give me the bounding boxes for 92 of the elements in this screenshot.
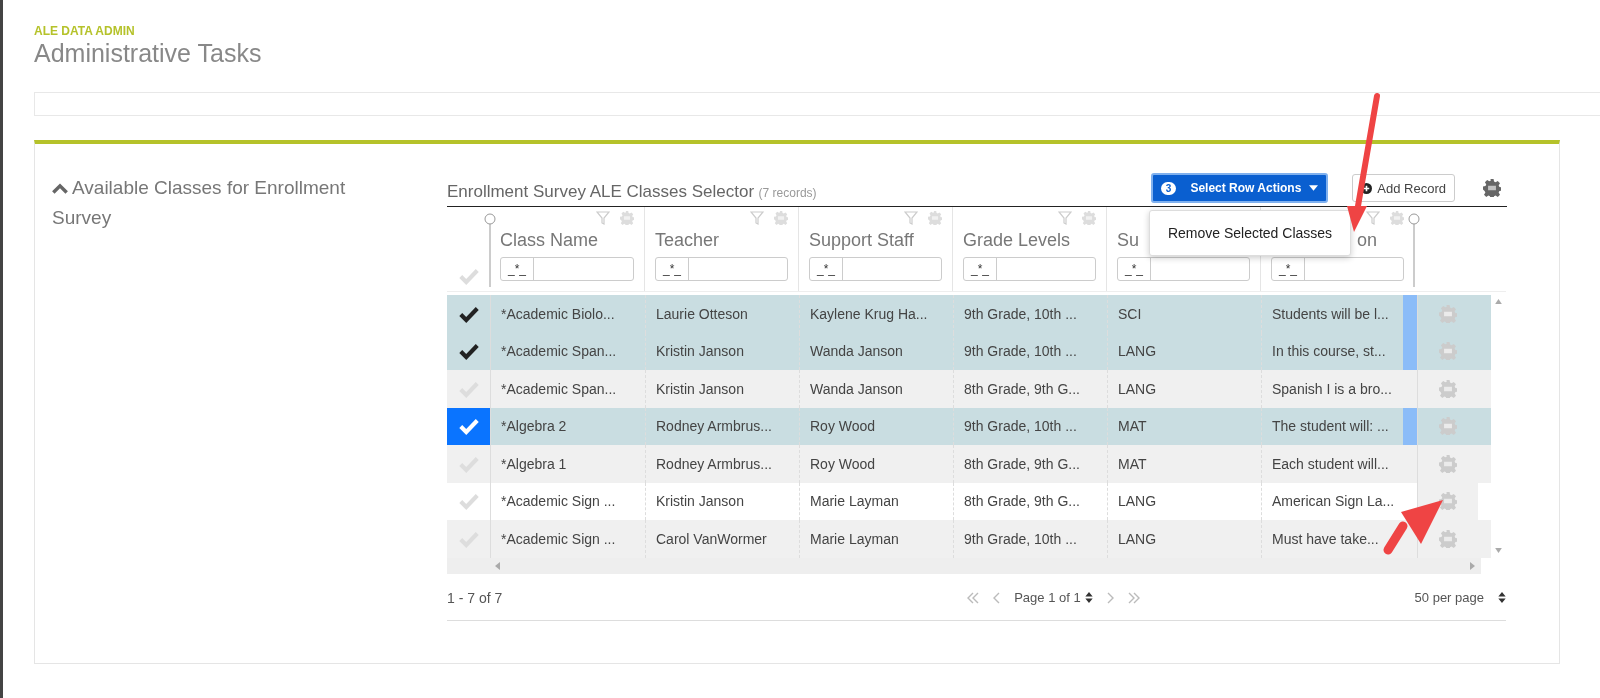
row-settings-icon[interactable] — [1439, 529, 1457, 548]
app-name: ALE DATA ADMIN — [34, 24, 136, 38]
table-cell: Carol VanWormer — [645, 520, 799, 558]
table-cell: Laurie Otteson — [645, 295, 799, 333]
table-cell: 9th Grade, 10th ... — [953, 520, 1107, 558]
table-cell: Rodney Armbrus... — [645, 445, 799, 483]
column-settings-icon[interactable] — [620, 211, 634, 225]
filter-field[interactable]: _*_ — [500, 257, 634, 281]
filter-field[interactable]: _*_ — [963, 257, 1096, 281]
record-range: 1 - 7 of 7 — [447, 589, 503, 606]
section-title[interactable]: Available Classes for Enrollment Survey — [52, 173, 397, 233]
selection-count-badge: 3 — [1160, 181, 1177, 195]
table-cell: LANG — [1107, 370, 1261, 408]
column-settings-icon[interactable] — [928, 211, 942, 225]
filter-mode[interactable]: _*_ — [501, 258, 534, 280]
scroll-up-icon[interactable] — [1495, 299, 1502, 304]
caret-icon — [1309, 185, 1319, 191]
filter-icon[interactable] — [1058, 211, 1072, 225]
table-row[interactable]: *Academic Sign ... Carol VanWormer Marie Layman 9th Grade, 10th ... LANG Must have take... — [447, 520, 1491, 558]
table-cell: Kristin Janson — [645, 370, 799, 408]
row-settings-icon[interactable] — [1439, 417, 1457, 436]
table-cell: SCI — [1107, 295, 1261, 333]
filter-mode[interactable]: _*_ — [656, 258, 689, 280]
filter-mode[interactable]: _*_ — [810, 258, 843, 280]
first-page-icon[interactable] — [966, 591, 981, 604]
page-size-selector[interactable]: 50 per page — [1414, 590, 1484, 605]
filter-field[interactable]: _*_ — [1271, 257, 1404, 281]
page-title: Administrative Tasks — [34, 38, 263, 68]
filter-icon[interactable] — [596, 211, 610, 225]
filter-mode[interactable]: _*_ — [1272, 258, 1305, 280]
filter-field[interactable]: _*_ — [1117, 257, 1250, 281]
table-cell-text: *Algebra 1 — [500, 454, 568, 474]
table-cell: Spanish I is a bro... — [1261, 370, 1403, 408]
sort-arrows-icon[interactable] — [1084, 592, 1093, 603]
settings-icon[interactable] — [1483, 179, 1501, 197]
table-cell: Each student will... — [1261, 445, 1403, 483]
row-settings-icon[interactable] — [1439, 304, 1457, 323]
scroll-left-icon[interactable] — [495, 561, 500, 570]
table-cell: Wanda Janson — [799, 370, 953, 408]
column-settings-icon[interactable] — [1390, 211, 1404, 225]
row-settings-icon[interactable] — [1439, 454, 1457, 473]
table-row[interactable]: *Academic Span... Kristin Janson Wanda Janson 8th Grade, 9th G... LANG Spanish I is a bro... — [447, 370, 1491, 408]
table-cell-text: *Academic Sign ... — [500, 492, 617, 512]
table-row[interactable]: *Academic Biolo... Laurie Otteson Kaylene Krug Ha... 9th Grade, 10th ... SCI Students will be l... — [447, 295, 1491, 333]
row-settings-icon[interactable] — [1439, 342, 1457, 361]
table-row[interactable]: *Algebra 2 Rodney Armbrus... Roy Wood 9th Grade, 10th ... MAT The student will: ... — [447, 407, 1491, 445]
table-cell: LANG — [1107, 520, 1261, 558]
table-cell-text: *Academic Span... — [500, 379, 618, 399]
table-cell: Roy Wood — [799, 445, 953, 483]
table-cell: 8th Grade, 9th G... — [953, 445, 1107, 483]
table-cell: MAT — [1107, 445, 1261, 483]
add-record-button[interactable]: Add Record — [1352, 174, 1455, 202]
scroll-right-icon[interactable] — [1470, 561, 1475, 570]
filter-icon[interactable] — [1366, 211, 1380, 225]
table-cell-text: *Academic Span... — [500, 342, 618, 362]
page-selector[interactable]: Page 1 of 1 — [1014, 590, 1081, 605]
row-actions-button[interactable]: 3 Select Row Actions — [1150, 173, 1329, 203]
row-settings-icon[interactable] — [1439, 492, 1457, 511]
table-cell: Marie Layman — [799, 520, 953, 558]
column-header[interactable]: Class Name — [500, 229, 634, 251]
grid-title: Enrollment Survey ALE Classes Selector — [447, 182, 755, 201]
table-row[interactable]: *Academic Span... Kristin Janson Wanda Janson 9th Grade, 10th ... LANG In this course, st... — [447, 332, 1491, 370]
row-checkbox[interactable] — [447, 407, 490, 445]
column-settings-icon[interactable] — [1082, 211, 1096, 225]
table-cell: 8th Grade, 9th G... — [953, 370, 1107, 408]
filter-field[interactable]: _*_ — [809, 257, 942, 281]
filter-icon[interactable] — [750, 211, 764, 225]
table-cell: Kaylene Krug Ha... — [799, 295, 953, 333]
filter-icon[interactable] — [904, 211, 918, 225]
column-settings-icon[interactable] — [774, 211, 788, 225]
scroll-down-icon[interactable] — [1495, 548, 1502, 553]
filter-field[interactable]: _*_ — [655, 257, 788, 281]
column-header[interactable]: Support Staff — [809, 229, 942, 251]
filter-mode[interactable]: _*_ — [964, 258, 997, 280]
column-header[interactable]: Grade Levels — [963, 229, 1096, 251]
column-resize-handle[interactable] — [484, 213, 496, 287]
plus-icon — [1361, 182, 1373, 194]
filter-mode[interactable]: _*_ — [1118, 258, 1151, 280]
menu-item[interactable]: Remove Selected Classes — [1167, 225, 1333, 241]
row-settings-icon[interactable] — [1439, 379, 1457, 398]
table-cell: Must have take... — [1261, 520, 1403, 558]
column-resize-handle[interactable] — [1408, 213, 1420, 287]
table-cell-text: *Academic Sign ... — [500, 529, 617, 549]
table-cell-text: *Algebra 2 — [500, 417, 568, 437]
column-header[interactable]: Teacher — [655, 229, 788, 251]
last-page-icon[interactable] — [1126, 591, 1141, 604]
table-cell: 9th Grade, 10th ... — [953, 295, 1107, 333]
table-cell-text: *Academic Biolo... — [500, 304, 616, 324]
chevron-up-icon[interactable] — [52, 183, 68, 194]
table-row[interactable]: *Algebra 1 Rodney Armbrus... Roy Wood 8th Grade, 9th G... MAT Each student will... — [447, 445, 1491, 483]
record-count: (7 records) — [758, 186, 817, 200]
sort-arrows-icon[interactable] — [1498, 592, 1506, 603]
